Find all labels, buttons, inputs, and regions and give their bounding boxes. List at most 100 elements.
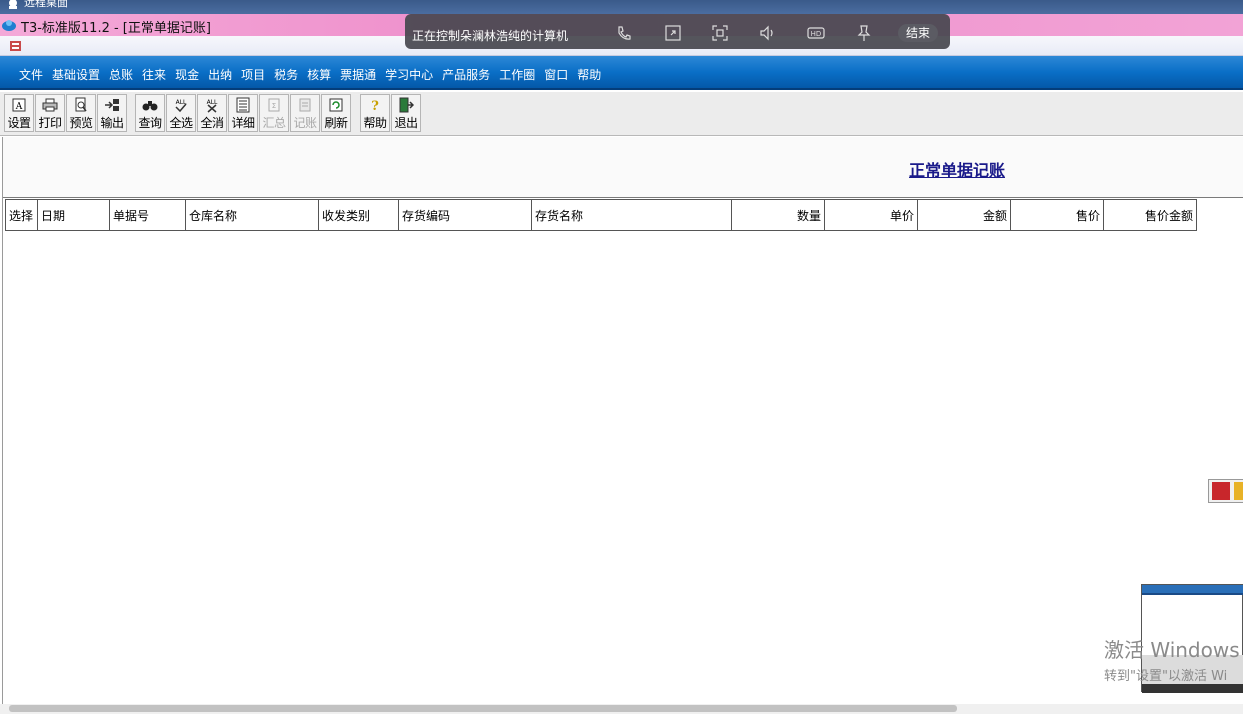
menu-item-9[interactable]: 票据通 xyxy=(340,66,376,83)
select-all-label: 全选 xyxy=(169,116,193,130)
summary-button[interactable]: Σ 汇总 xyxy=(259,94,289,132)
menu-item-0[interactable]: 文件 xyxy=(19,66,43,83)
print-button[interactable]: 打印 xyxy=(35,94,65,132)
horizontal-scrollbar[interactable] xyxy=(0,704,1243,714)
help-icon: ? xyxy=(371,99,379,113)
menu-item-8[interactable]: 核算 xyxy=(307,66,331,83)
column-header-8[interactable]: 单价 xyxy=(824,199,918,231)
query-label: 查询 xyxy=(138,116,162,130)
menu-item-4[interactable]: 现金 xyxy=(175,66,199,83)
window-title: T3-标准版11.2 - [正常单据记账] xyxy=(21,21,211,36)
column-header-5[interactable]: 存货编码 xyxy=(398,199,532,231)
menu-item-2[interactable]: 总账 xyxy=(109,66,133,83)
exit-door-icon xyxy=(399,97,414,113)
refresh-label: 刷新 xyxy=(324,116,348,130)
app-logo-icon xyxy=(2,20,16,31)
column-header-4[interactable]: 收发类别 xyxy=(318,199,399,231)
capture-icon[interactable] xyxy=(711,24,729,42)
printer-icon xyxy=(42,98,58,112)
main-menubar: 文件 基础设置 总账 往来 现金 出纳 项目 税务 核算 票据通 学习中心 产品服务 工作圈 窗口 帮助 xyxy=(0,56,1243,90)
export-icon xyxy=(105,99,119,111)
remote-control-status: 正在控制朵澜林浩纯的计算机 xyxy=(412,29,569,43)
thumbnail-menubar xyxy=(1142,585,1243,593)
post-icon xyxy=(299,98,311,112)
refresh-icon xyxy=(329,98,343,112)
svg-text:HD: HD xyxy=(811,30,822,38)
settings-label: 设置 xyxy=(7,116,31,130)
detail-label: 详细 xyxy=(231,116,255,130)
column-header-6[interactable]: 存货名称 xyxy=(531,199,732,231)
summary-icon: Σ xyxy=(268,98,280,112)
screen: 远程桌面 T3-标准版11.2 - [正常单据记账] 正在控制朵澜林浩纯的计算机 xyxy=(0,0,1243,714)
deselect-all-button[interactable]: ALL 全消 xyxy=(197,94,227,132)
activation-line-2: 转到"设置"以激活 Wi xyxy=(1104,669,1228,684)
preview-label: 预览 xyxy=(69,116,93,130)
post-button[interactable]: 记账 xyxy=(290,94,320,132)
column-header-0[interactable]: 选择 xyxy=(5,199,38,231)
detail-icon xyxy=(236,97,250,113)
table-header-row: 选择 日期 单据号 仓库名称 收发类别 存货编码 存货名称 数量 单价 金额 售价 售价金额 xyxy=(5,199,1197,231)
column-header-7[interactable]: 数量 xyxy=(731,199,825,231)
end-session-button[interactable]: 结束 xyxy=(898,24,938,42)
select-all-button[interactable]: ALL 全选 xyxy=(166,94,196,132)
query-button[interactable]: 查询 xyxy=(135,94,165,132)
menu-item-14[interactable]: 帮助 xyxy=(577,66,601,83)
column-header-3[interactable]: 仓库名称 xyxy=(185,199,319,231)
column-header-11[interactable]: 售价金额 xyxy=(1103,199,1197,231)
toolbar: A 设置 打印 预览 输出 查询 ALL 全选 ALL 全消 详细 Σ 汇总 记… xyxy=(0,92,1243,136)
menu-item-10[interactable]: 学习中心 xyxy=(385,66,433,83)
settings-icon: A xyxy=(12,98,26,112)
refresh-button[interactable]: 刷新 xyxy=(321,94,351,132)
print-label: 打印 xyxy=(38,116,62,130)
menu-item-3[interactable]: 往来 xyxy=(142,66,166,83)
export-button[interactable]: 输出 xyxy=(97,94,127,132)
deselect-all-icon: ALL xyxy=(207,99,218,113)
menu-list: 文件 基础设置 总账 往来 现金 出纳 项目 税务 核算 票据通 学习中心 产品服务 工作圈 窗口 帮助 xyxy=(19,66,610,83)
post-label: 记账 xyxy=(293,116,317,130)
page-header: 正常单据记账 xyxy=(3,137,1243,198)
preview-button[interactable]: 预览 xyxy=(66,94,96,132)
remote-desktop-label: 远程桌面 xyxy=(24,0,68,9)
menu-item-12[interactable]: 工作圈 xyxy=(499,66,535,83)
svg-text:?: ? xyxy=(371,99,379,113)
thumbnail-taskbar xyxy=(1142,684,1243,693)
remote-control-bar: 正在控制朵澜林浩纯的计算机 HD 结束 xyxy=(405,14,950,49)
menu-item-1[interactable]: 基础设置 xyxy=(52,66,100,83)
remote-desktop-icon xyxy=(9,0,17,9)
hd-icon[interactable]: HD xyxy=(807,24,825,42)
pin-icon[interactable] xyxy=(855,24,873,42)
export-label: 输出 xyxy=(100,116,124,130)
column-header-2[interactable]: 单据号 xyxy=(109,199,186,231)
column-header-9[interactable]: 金额 xyxy=(917,199,1011,231)
column-header-1[interactable]: 日期 xyxy=(37,199,110,231)
menu-item-6[interactable]: 项目 xyxy=(241,66,265,83)
activation-line-1: 激活 Windows xyxy=(1104,638,1240,662)
phone-icon[interactable] xyxy=(615,24,633,42)
menu-item-5[interactable]: 出纳 xyxy=(208,66,232,83)
remote-desktop-strip: 远程桌面 xyxy=(0,0,1243,14)
help-label: 帮助 xyxy=(363,116,387,130)
column-header-10[interactable]: 售价 xyxy=(1010,199,1104,231)
preview-icon xyxy=(75,97,87,112)
helper-app-icon xyxy=(1212,482,1230,500)
volume-icon[interactable] xyxy=(759,24,777,42)
exit-button[interactable]: 退出 xyxy=(391,94,421,132)
thumbnail-toolbar xyxy=(1142,593,1243,595)
menu-item-11[interactable]: 产品服务 xyxy=(442,66,490,83)
deselect-all-label: 全消 xyxy=(200,116,224,130)
select-all-icon: ALL xyxy=(175,99,187,113)
content-area: 正常单据记账 选择 日期 单据号 仓库名称 收发类别 存货编码 存货名称 数量 单价 金额 售价 售价… xyxy=(2,137,1243,705)
page-title: 正常单据记账 xyxy=(909,161,1006,180)
help-button[interactable]: ? 帮助 xyxy=(360,94,390,132)
menu-item-7[interactable]: 税务 xyxy=(274,66,298,83)
floating-helper-widget[interactable] xyxy=(1208,479,1243,503)
document-window-icon[interactable] xyxy=(8,38,24,54)
summary-label: 汇总 xyxy=(262,116,286,130)
fullscreen-icon[interactable] xyxy=(664,24,682,42)
menu-item-13[interactable]: 窗口 xyxy=(544,66,568,83)
settings-button[interactable]: A 设置 xyxy=(4,94,34,132)
detail-button[interactable]: 详细 xyxy=(228,94,258,132)
svg-text:A: A xyxy=(15,102,23,112)
scrollbar-thumb[interactable] xyxy=(9,705,957,712)
records-table: 选择 日期 单据号 仓库名称 收发类别 存货编码 存货名称 数量 单价 金额 售价 售价金额 xyxy=(5,199,1197,231)
